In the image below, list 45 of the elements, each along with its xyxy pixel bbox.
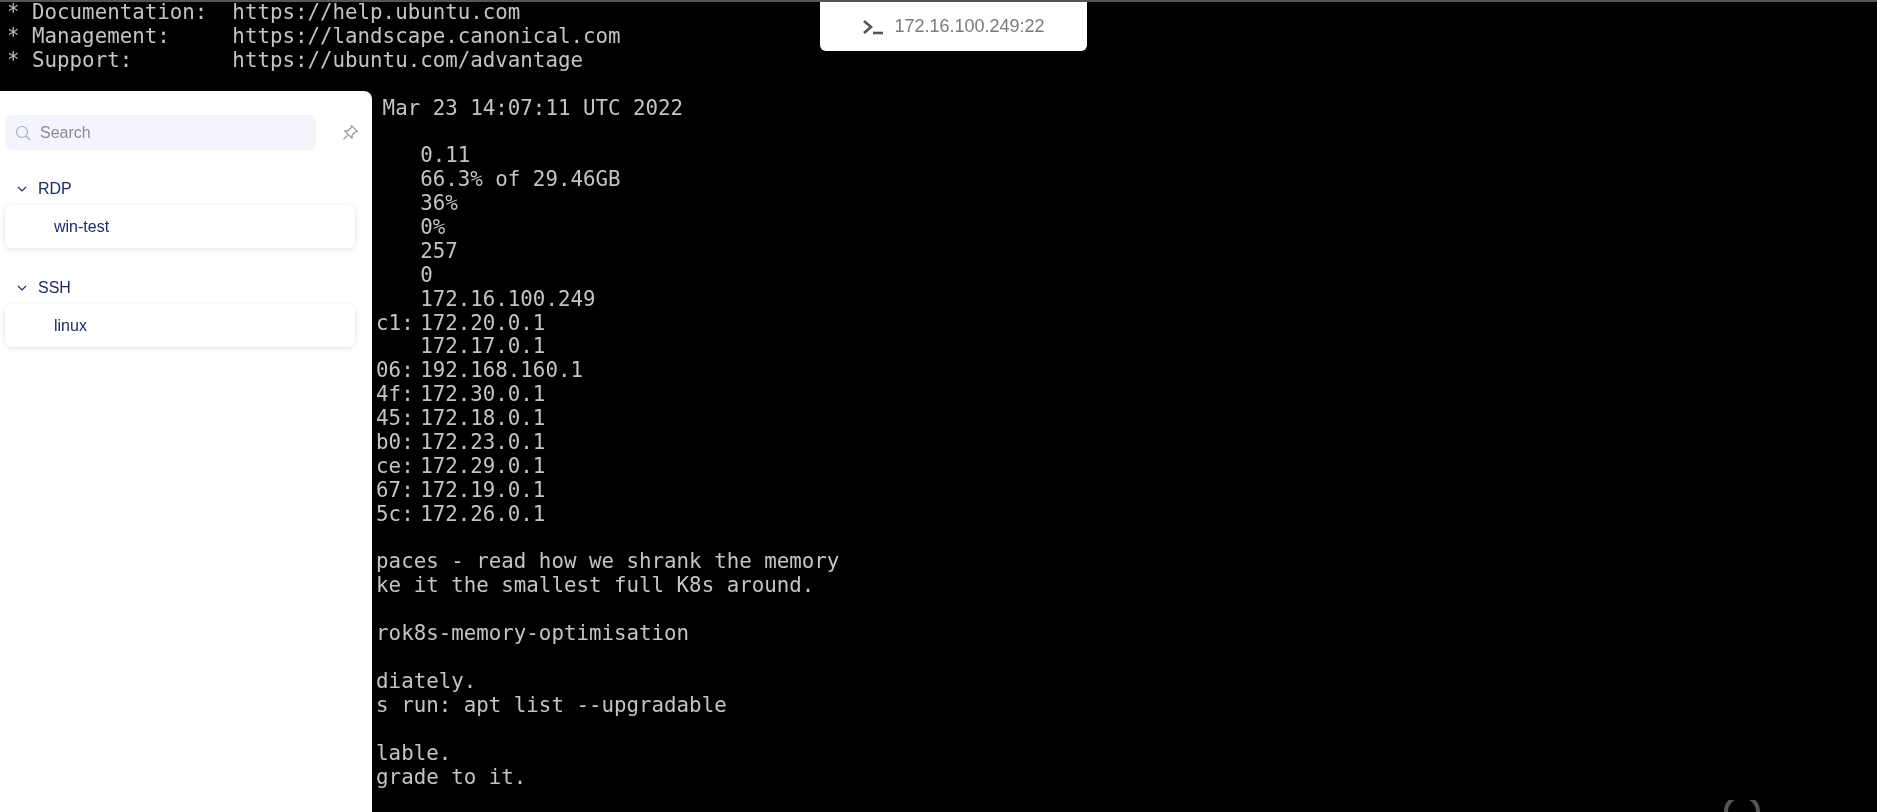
terminal-value: 172.26.0.1 [420,502,546,527]
terminal-value: 172.17.0.1 [420,335,546,360]
terminal-line: paces - read how we shrank the memory [376,550,840,575]
pin-icon[interactable] [342,124,359,141]
terminal-value: 172.18.0.1 [420,407,546,432]
terminal-value: 257 [420,239,458,264]
terminal-label: 06: [376,358,414,383]
connection-item[interactable]: linux [5,304,355,347]
terminal-value: 0% [420,216,446,240]
terminal-value: 172.23.0.1 [420,431,546,455]
round-button-icon[interactable] [1722,800,1762,812]
terminal-label: ce: [376,453,414,478]
terminal-value: 172.20.0.1 [420,311,546,336]
terminal-value: 0.11 [420,144,471,169]
terminal-label: 5c: [376,501,414,526]
terminal-value: 36% [420,192,458,216]
terminal-line: * Documentation: https://help.ubuntu.com [7,1,521,25]
terminal-value: 0 [420,263,433,288]
terminal-label: c1: [376,310,414,335]
terminal-line: ke it the smallest full K8s around. [376,574,815,599]
terminal-line: rok8s-memory-optimisation [376,622,690,647]
terminal-line: Mar 23 14:07:11 UTC 2022 [382,96,684,121]
terminal-value: 66.3% of 29.46GB [420,168,621,193]
terminal-label: 67: [376,477,414,502]
terminal-line: * Support: https://ubuntu.com/advantage [7,48,583,73]
terminal-line: lable. [376,741,452,766]
connection-item[interactable]: win-test [5,205,355,248]
group-header[interactable]: RDP [0,178,372,200]
terminal-value: 172.16.100.249 [420,287,596,312]
terminal-label: 4f: [376,382,414,407]
terminal-value: 172.19.0.1 [420,478,546,503]
terminal-value: 192.168.160.1 [420,359,583,384]
search-field[interactable]: Search [5,115,316,150]
group-header[interactable]: SSH [0,277,372,299]
terminal-line: s run: apt list --upgradable [376,693,727,718]
terminal-value: 172.29.0.1 [420,454,546,479]
terminal-label: 45: [376,406,414,431]
terminal-line: grade to it. [376,765,527,790]
terminal-line: * Management: https://landscape.canonical.com [7,24,621,49]
terminal-value: 172.30.0.1 [420,383,546,408]
terminal-line: diately. [376,669,477,694]
terminal-icon [862,18,885,35]
connection-tab[interactable]: 172.16.100.249:22 [820,2,1087,51]
terminal-label: b0: [376,430,414,455]
search-icon [15,125,31,141]
